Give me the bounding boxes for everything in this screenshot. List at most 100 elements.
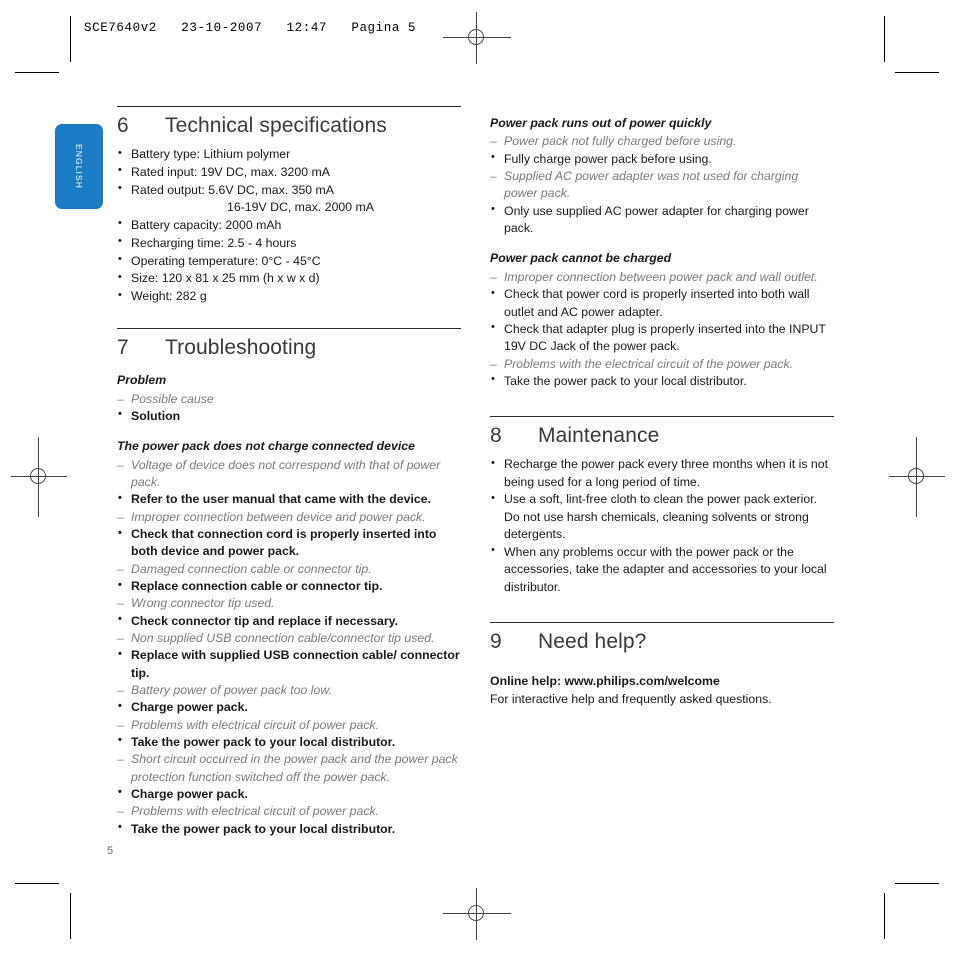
- solution-item: Charge power pack.: [117, 699, 461, 716]
- language-tab-label: ENGLISH: [74, 143, 84, 190]
- troubleshooting-block-list: Improper connection between power pack a…: [490, 269, 834, 390]
- solution-item: Take the power pack to your local distri…: [117, 820, 461, 838]
- solution-item: Take the power pack to your local distri…: [490, 372, 834, 390]
- spec-text: Battery capacity: 2000 mAh: [131, 217, 282, 232]
- spec-text: Rated output: 5.6V DC, max. 350 mA: [131, 182, 335, 197]
- maintenance-text: When any problems occur with the power p…: [504, 544, 827, 594]
- list-item: Battery capacity: 2000 mAh: [117, 216, 461, 234]
- cause-item: Problems with electrical circuit of powe…: [117, 803, 461, 821]
- cause-item: Voltage of device does not correspond wi…: [117, 457, 461, 492]
- list-item: Recharge the power pack every three mont…: [490, 456, 834, 491]
- registration-mark-right: [889, 437, 945, 517]
- troubleshooting-legend: Problem Possible cause Solution: [117, 372, 461, 425]
- maintenance-text: Recharge the power pack every three mont…: [504, 457, 828, 489]
- legend-cause: Possible cause: [117, 391, 461, 409]
- section-heading-maintenance: 8 Maintenance: [490, 424, 834, 447]
- solution-item: Check connector tip and replace if neces…: [117, 612, 461, 630]
- section-number: 9: [490, 630, 502, 654]
- registration-mark-top: [443, 12, 511, 64]
- solution-item: Take the power pack to your local distri…: [117, 733, 461, 751]
- list-item: Rated input: 19V DC, max. 3200 mA: [117, 163, 461, 181]
- legend-solution: Solution: [117, 407, 461, 425]
- maintenance-text: Use a soft, lint-free cloth to clean the…: [504, 492, 818, 542]
- section-title: Troubleshooting: [165, 336, 317, 360]
- solution-item: Check that adapter plug is properly inse…: [490, 320, 834, 356]
- cause-item: Wrong connector tip used.: [117, 595, 461, 613]
- spec-text: Battery type: Lithium polymer: [131, 147, 291, 162]
- spec-text: Weight: 282 g: [131, 289, 207, 304]
- troubleshooting-block-list: Voltage of device does not correspond wi…: [117, 457, 461, 838]
- troubleshooting-block-title: Power pack runs out of power quickly: [490, 116, 712, 130]
- troubleshooting-block-list: Power pack not fully charged before usin…: [490, 133, 834, 237]
- list-item: Battery type: Lithium polymer: [117, 146, 461, 163]
- crop-mark-top-left-vertical: [70, 16, 71, 62]
- cause-item: Battery power of power pack too low.: [117, 682, 461, 700]
- section-number: 7: [117, 336, 129, 360]
- list-item: Use a soft, lint-free cloth to clean the…: [490, 491, 834, 543]
- cause-item: Damaged connection cable or connector ti…: [117, 561, 461, 579]
- section-rule-maintenance: [490, 416, 834, 418]
- section-rule-troubleshooting: [117, 328, 461, 330]
- registration-mark-bottom: [443, 888, 511, 940]
- technical-specifications-list: Battery type: Lithium polymer Rated inpu…: [117, 146, 461, 305]
- list-item: Recharging time: 2.5 - 4 hours: [117, 234, 461, 252]
- cause-item: Improper connection between power pack a…: [490, 269, 834, 287]
- section-number: 6: [117, 114, 129, 137]
- solution-item: Fully charge power pack before using.: [490, 150, 834, 168]
- crop-mark-bottom-right-vertical: [884, 893, 885, 939]
- cause-item: Problems with the electrical circuit of …: [490, 356, 834, 374]
- solution-item: Replace with supplied USB connection cab…: [117, 647, 461, 682]
- solution-item: Check that connection cord is properly i…: [117, 526, 461, 561]
- right-column: Power pack runs out of power quickly Pow…: [490, 106, 834, 708]
- section-heading-technical-specifications: 6 Technical specifications: [117, 114, 461, 137]
- left-column: 6 Technical specifications Battery type:…: [117, 106, 461, 838]
- crop-mark-bottom-left-vertical: [70, 893, 71, 939]
- cause-item: Power pack not fully charged before usin…: [490, 133, 834, 151]
- cause-item: Problems with electrical circuit of powe…: [117, 717, 461, 735]
- crop-mark-top-left-horizontal: [15, 72, 59, 73]
- crop-mark-top-right-horizontal: [895, 72, 939, 73]
- solution-item: Replace connection cable or connector ti…: [117, 577, 461, 595]
- list-item: When any problems occur with the power p…: [490, 543, 834, 596]
- spec-text: Size: 120 x 81 x 25 mm (h x w x d): [131, 271, 320, 286]
- section-heading-troubleshooting: 7 Troubleshooting: [117, 336, 461, 359]
- section-title: Maintenance: [538, 424, 660, 448]
- troubleshooting-block-title: Power pack cannot be charged: [490, 251, 672, 266]
- online-help-link[interactable]: Online help: www.philips.com/welcome: [490, 673, 834, 690]
- spec-text: Rated input: 19V DC, max. 3200 mA: [131, 164, 330, 179]
- section-title: Technical specifications: [165, 114, 387, 137]
- cause-item: Non supplied USB connection cable/connec…: [117, 630, 461, 648]
- printer-running-header: SCE7640v2 23-10-2007 12:47 Pagina 5: [84, 21, 417, 35]
- spec-text: Recharging time: 2.5 - 4 hours: [131, 235, 297, 250]
- spec-text: Operating temperature: 0°C - 45°C: [131, 253, 321, 268]
- legend-list: Possible cause Solution: [117, 391, 461, 426]
- crop-mark-bottom-right-horizontal: [895, 883, 939, 884]
- cause-item: Short circuit occurred in the power pack…: [117, 751, 461, 786]
- online-help-subtitle: For interactive help and frequently aske…: [490, 691, 772, 706]
- troubleshooting-block: Power pack cannot be charged Improper co…: [490, 250, 834, 390]
- section-title: Need help?: [538, 630, 647, 654]
- section-heading-need-help: 9 Need help?: [490, 630, 834, 653]
- crop-mark-top-right-vertical: [884, 16, 885, 62]
- spec-text-continued: 16-19V DC, max. 2000 mA: [227, 200, 374, 215]
- page-number: 5: [107, 845, 114, 857]
- cause-item: Improper connection between device and p…: [117, 509, 461, 527]
- list-item: Rated output: 5.6V DC, max. 350 mA 16-19…: [117, 181, 461, 217]
- troubleshooting-block: Power pack runs out of power quickly Pow…: [490, 115, 834, 237]
- section-rule-technical-specifications: [117, 106, 461, 107]
- list-item: Weight: 282 g: [117, 288, 461, 305]
- solution-item: Only use supplied AC power adapter for c…: [490, 202, 834, 238]
- language-tab-english: ENGLISH: [55, 124, 103, 209]
- registration-mark-left: [11, 437, 67, 517]
- cause-item: Supplied AC power adapter was not used f…: [490, 168, 834, 203]
- section-number: 8: [490, 424, 502, 448]
- troubleshooting-block: The power pack does not charge connected…: [117, 438, 461, 838]
- list-item: Operating temperature: 0°C - 45°C: [117, 252, 461, 270]
- solution-item: Refer to the user manual that came with …: [117, 491, 461, 508]
- solution-item: Charge power pack.: [117, 785, 461, 803]
- section-rule-need-help: [490, 622, 834, 624]
- maintenance-list: Recharge the power pack every three mont…: [490, 456, 834, 596]
- list-item: Size: 120 x 81 x 25 mm (h x w x d): [117, 270, 461, 287]
- troubleshooting-block-title: The power pack does not charge connected…: [117, 439, 415, 454]
- solution-item: Check that power cord is properly insert…: [490, 286, 834, 321]
